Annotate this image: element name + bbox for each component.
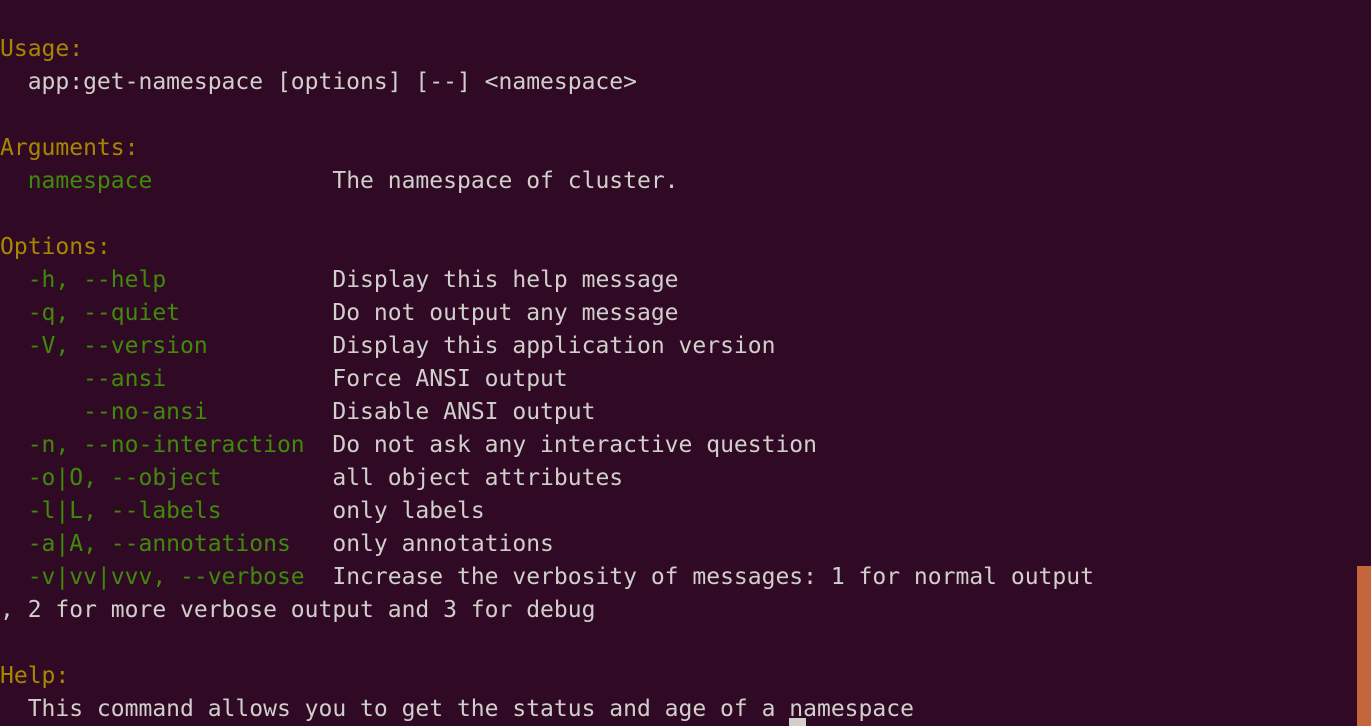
option-row-version: -V, --version Display this application v…: [0, 330, 1371, 363]
option-description-no-ansi: Disable ANSI output: [332, 399, 596, 425]
option-description-quiet: Do not output any message: [332, 300, 679, 326]
option-row-labels: -l|L, --labels only labels: [0, 495, 1371, 528]
option-pad-labels: [222, 498, 333, 524]
argument-row-namespace: namespace The namespace of cluster.: [0, 165, 1371, 198]
option-description-annotations: only annotations: [332, 531, 554, 557]
option-description-no-interaction: Do not ask any interactive question: [332, 432, 817, 458]
options-header-line: Options:: [0, 231, 1371, 264]
terminal-window[interactable]: Usage: app:get-namespace [options] [--] …: [0, 0, 1371, 726]
option-description-version: Display this application version: [332, 333, 776, 359]
options-header: Options:: [0, 234, 111, 260]
terminal-screen: Usage: app:get-namespace [options] [--] …: [0, 0, 1371, 726]
option-description-ansi: Force ANSI output: [332, 366, 568, 392]
usage-signature-line: app:get-namespace [options] [--] <namesp…: [0, 66, 1371, 99]
text-cursor: [789, 718, 806, 726]
option-pad-ansi: [166, 366, 332, 392]
scrollbar-thumb[interactable]: [1357, 566, 1371, 726]
option-name-no-ansi: --no-ansi: [0, 399, 208, 425]
option-name-annotations: -a|A, --annotations: [0, 531, 291, 557]
help-header: Help:: [0, 663, 70, 689]
option-name-quiet: -q, --quiet: [0, 300, 181, 326]
option-name-no-interaction: -n, --no-interaction: [0, 432, 305, 458]
option-name-object: -o|O, --object: [0, 465, 222, 491]
option-description-help: Display this help message: [332, 267, 679, 293]
usage-header: Usage:: [0, 36, 84, 62]
option-pad-no-interaction: [305, 432, 333, 458]
option-description-verbose-continuation: , 2 for more verbose output and 3 for de…: [0, 597, 596, 623]
option-row-ansi: --ansi Force ANSI output: [0, 363, 1371, 396]
usage-signature: app:get-namespace [options] [--] <namesp…: [0, 69, 637, 95]
help-body-line: This command allows you to get the statu…: [0, 693, 1371, 726]
arguments-header: Arguments:: [0, 135, 139, 161]
option-pad-help: [166, 267, 332, 293]
option-pad-verbose: [305, 564, 333, 590]
option-name-ansi: --ansi: [0, 366, 167, 392]
option-row-no-ansi: --no-ansi Disable ANSI output: [0, 396, 1371, 429]
argument-description-namespace: The namespace of cluster.: [332, 168, 679, 194]
option-pad-quiet: [180, 300, 332, 326]
option-description-verbose: Increase the verbosity of messages: 1 fo…: [332, 564, 1094, 590]
argument-name-namespace: namespace: [0, 168, 153, 194]
option-name-labels: -l|L, --labels: [0, 498, 222, 524]
option-name-verbose: -v|vv|vvv, --verbose: [0, 564, 305, 590]
usage-header-line: Usage:: [0, 33, 1371, 66]
arguments-header-line: Arguments:: [0, 132, 1371, 165]
option-pad-no-ansi: [208, 399, 333, 425]
option-row-annotations: -a|A, --annotations only annotations: [0, 528, 1371, 561]
help-header-line: Help:: [0, 660, 1371, 693]
option-row-help: -h, --help Display this help message: [0, 264, 1371, 297]
option-pad-object: [222, 465, 333, 491]
option-row-quiet: -q, --quiet Do not output any message: [0, 297, 1371, 330]
option-pad-annotations: [291, 531, 333, 557]
option-row-verbose-continuation: , 2 for more verbose output and 3 for de…: [0, 594, 1371, 627]
option-row-verbose: -v|vv|vvv, --verbose Increase the verbos…: [0, 561, 1371, 594]
argument-pad-namespace: [152, 168, 332, 194]
option-row-object: -o|O, --object all object attributes: [0, 462, 1371, 495]
option-row-no-interaction: -n, --no-interaction Do not ask any inte…: [0, 429, 1371, 462]
option-name-help: -h, --help: [0, 267, 167, 293]
option-description-object: all object attributes: [332, 465, 624, 491]
scrollbar-track[interactable]: [1357, 0, 1371, 726]
help-body: This command allows you to get the statu…: [0, 696, 914, 722]
option-description-labels: only labels: [332, 498, 485, 524]
option-pad-version: [208, 333, 333, 359]
option-name-version: -V, --version: [0, 333, 208, 359]
